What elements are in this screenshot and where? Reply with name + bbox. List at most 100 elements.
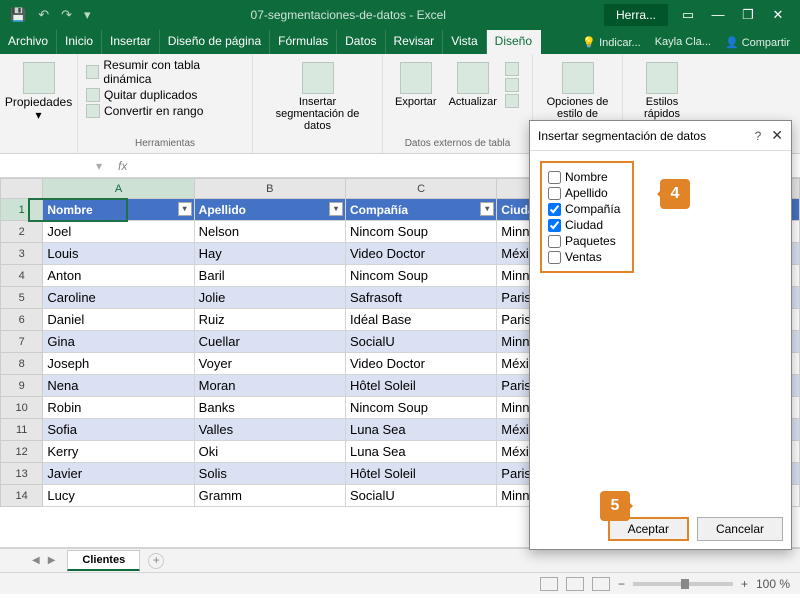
cell[interactable]: Joel [43,221,194,243]
row-header[interactable]: 3 [1,243,43,265]
cancelar-button[interactable]: Cancelar [697,517,783,541]
convertir-rango-button[interactable]: Convertir en rango [86,104,244,118]
row-header[interactable]: 12 [1,441,43,463]
maximize-icon[interactable]: ❐ [736,7,760,23]
cell[interactable]: Nelson [194,221,345,243]
sheet-nav-prev-icon[interactable]: ◀ [28,555,44,566]
row-header[interactable]: 7 [1,331,43,353]
filter-dropdown-icon[interactable]: ▾ [178,202,192,216]
minimize-icon[interactable]: — [706,7,730,23]
filter-dropdown-icon[interactable]: ▾ [480,202,494,216]
check-apellido[interactable]: Apellido [548,185,626,201]
cell[interactable]: Nena [43,375,194,397]
cell[interactable]: Daniel [43,309,194,331]
check-compania[interactable]: Compañía [548,201,626,217]
row-header[interactable]: 5 [1,287,43,309]
cell[interactable]: Sofia [43,419,194,441]
view-pagelayout-icon[interactable] [566,577,584,591]
zoom-in-icon[interactable]: + [741,577,748,591]
tell-me[interactable]: 💡 Indicar... [582,36,640,49]
cell[interactable]: Hay [194,243,345,265]
undo-icon[interactable]: ↶ [38,7,49,23]
row-header-1[interactable]: 1 [1,199,43,221]
cell[interactable]: Lucy [43,485,194,507]
save-icon[interactable]: 💾 [10,7,26,23]
tab-diseno-pagina[interactable]: Diseño de página [160,30,270,54]
header-compania[interactable]: Compañía▾ [345,199,496,221]
header-nombre[interactable]: Nombre▾ [43,199,194,221]
tab-vista[interactable]: Vista [443,30,486,54]
cell[interactable]: Ruiz [194,309,345,331]
ext-opt-3[interactable] [505,94,519,108]
cell[interactable]: Nincom Soup [345,221,496,243]
tab-insertar[interactable]: Insertar [102,30,160,54]
row-header[interactable]: 4 [1,265,43,287]
cell[interactable]: Oki [194,441,345,463]
qat-dropdown-icon[interactable]: ▾ [84,7,91,23]
check-paquetes[interactable]: Paquetes [548,233,626,249]
fx-icon[interactable]: fx [108,159,137,173]
view-pagebreak-icon[interactable] [592,577,610,591]
cell[interactable]: Solis [194,463,345,485]
cell[interactable]: SocialU [345,485,496,507]
cell[interactable]: Nincom Soup [345,265,496,287]
cell[interactable]: Baril [194,265,345,287]
row-header[interactable]: 2 [1,221,43,243]
row-header[interactable]: 9 [1,375,43,397]
ext-opt-2[interactable] [505,78,519,92]
cell[interactable]: Video Doctor [345,353,496,375]
view-normal-icon[interactable] [540,577,558,591]
cell[interactable]: Video Doctor [345,243,496,265]
col-header-c[interactable]: C [345,179,496,199]
cell[interactable]: Safrasoft [345,287,496,309]
share-button[interactable]: 👤 Compartir [725,36,790,49]
redo-icon[interactable]: ↷ [61,7,72,23]
cell[interactable]: Nincom Soup [345,397,496,419]
tab-archivo[interactable]: Archivo [0,30,57,54]
help-icon[interactable]: ? [755,129,762,143]
user-name[interactable]: Kayla Cla... [655,36,711,48]
cell[interactable]: SocialU [345,331,496,353]
row-header[interactable]: 11 [1,419,43,441]
tab-formulas[interactable]: Fórmulas [270,30,337,54]
cell[interactable]: Luna Sea [345,441,496,463]
select-all-corner[interactable] [1,179,43,199]
filter-dropdown-icon[interactable]: ▾ [329,202,343,216]
context-tab-label[interactable]: Herra... [604,4,668,26]
ext-opt-1[interactable] [505,62,519,76]
cell[interactable]: Cuellar [194,331,345,353]
cell[interactable]: Kerry [43,441,194,463]
cell[interactable]: Hôtel Soleil [345,375,496,397]
quitar-duplicados-button[interactable]: Quitar duplicados [86,88,244,102]
header-apellido[interactable]: Apellido▾ [194,199,345,221]
cell[interactable]: Javier [43,463,194,485]
propiedades-button[interactable]: Propiedades▾ [8,58,69,126]
cell[interactable]: Idéal Base [345,309,496,331]
zoom-out-icon[interactable]: − [618,577,625,591]
cell[interactable]: Luna Sea [345,419,496,441]
zoom-level[interactable]: 100 % [756,577,790,591]
cell[interactable]: Gramm [194,485,345,507]
tab-datos[interactable]: Datos [337,30,385,54]
cell[interactable]: Joseph [43,353,194,375]
check-nombre[interactable]: Nombre [548,169,626,185]
row-header[interactable]: 14 [1,485,43,507]
check-ventas[interactable]: Ventas [548,249,626,265]
sheet-tab-clientes[interactable]: Clientes [67,550,140,571]
insertar-segmentacion-button[interactable]: Insertar segmentación de datos [261,58,374,136]
cell[interactable]: Valles [194,419,345,441]
cell[interactable]: Louis [43,243,194,265]
cell[interactable]: Anton [43,265,194,287]
new-sheet-icon[interactable]: + [148,553,164,569]
cell[interactable]: Gina [43,331,194,353]
cell[interactable]: Voyer [194,353,345,375]
actualizar-button[interactable]: Actualizar [445,58,501,112]
cell[interactable]: Banks [194,397,345,419]
cell[interactable]: Robin [43,397,194,419]
cell[interactable]: Hôtel Soleil [345,463,496,485]
zoom-slider[interactable] [633,582,733,586]
resumir-button[interactable]: Resumir con tabla dinámica [86,58,244,86]
dialog-close-icon[interactable]: ✕ [771,127,783,144]
row-header[interactable]: 13 [1,463,43,485]
tab-inicio[interactable]: Inicio [57,30,102,54]
